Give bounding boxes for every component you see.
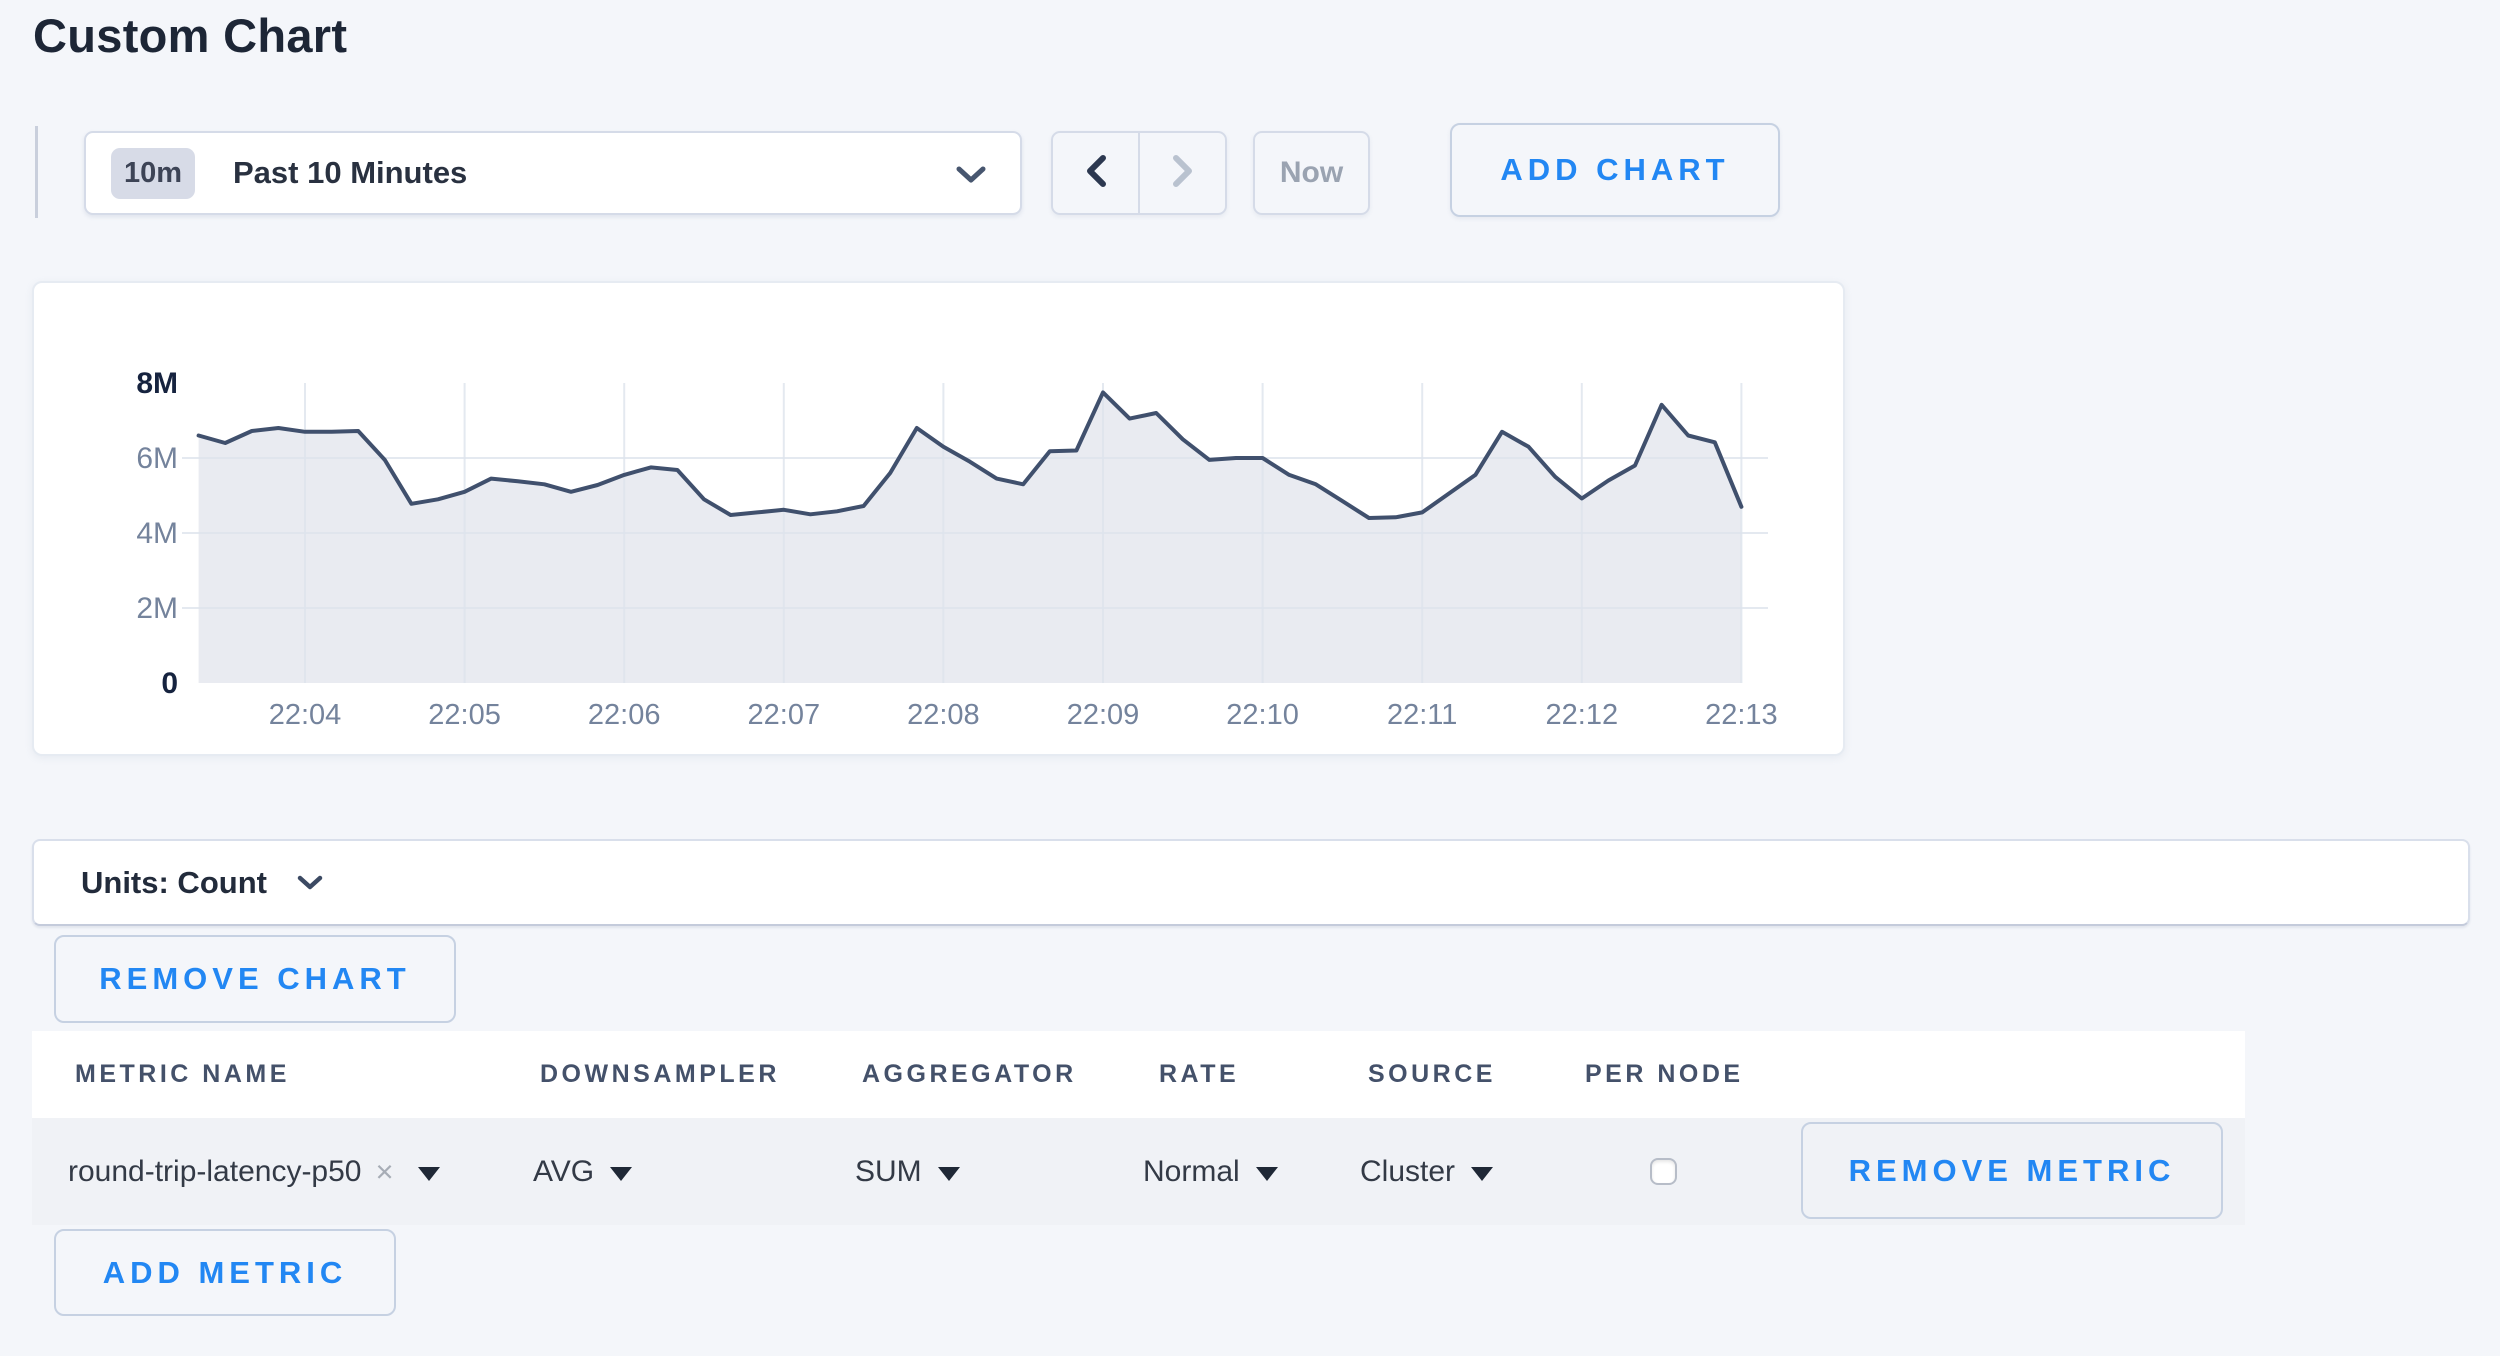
column-header-source: SOURCE <box>1368 1031 1496 1118</box>
metric-name-value: round-trip-latency-p50 <box>68 1155 361 1189</box>
remove-metric-button[interactable]: REMOVE METRIC <box>1801 1122 2223 1219</box>
column-header-rate: RATE <box>1159 1031 1239 1118</box>
dropdown-caret-icon <box>418 1167 440 1181</box>
source-select[interactable]: Cluster <box>1360 1118 1493 1225</box>
svg-text:22:08: 22:08 <box>907 699 980 731</box>
add-metric-button[interactable]: ADD METRIC <box>54 1229 396 1316</box>
aggregator-select[interactable]: SUM <box>855 1118 960 1225</box>
aggregator-value: SUM <box>855 1155 922 1189</box>
svg-text:22:13: 22:13 <box>1705 699 1778 731</box>
column-header-aggregator: AGGREGATOR <box>862 1031 1077 1118</box>
rate-value: Normal <box>1143 1155 1240 1189</box>
metrics-table-header: METRIC NAME DOWNSAMPLER AGGREGATOR RATE … <box>32 1031 2245 1118</box>
svg-text:22:10: 22:10 <box>1226 699 1299 731</box>
prev-time-button[interactable] <box>1053 133 1140 213</box>
add-chart-button[interactable]: ADD CHART <box>1450 123 1780 217</box>
dropdown-caret-icon <box>1256 1167 1278 1181</box>
per-node-checkbox[interactable] <box>1650 1158 1677 1185</box>
svg-text:22:07: 22:07 <box>748 699 821 731</box>
units-select-label: Units: Count <box>81 865 267 901</box>
downsampler-value: AVG <box>533 1155 594 1189</box>
svg-text:4M: 4M <box>136 517 178 550</box>
column-header-per-node: PER NODE <box>1585 1031 1744 1118</box>
source-value: Cluster <box>1360 1155 1455 1189</box>
timeseries-chart[interactable]: 0 2M 4M 6M 8M 22:04 22:05 22:06 22:07 22:08 22:09 2… <box>34 283 1843 754</box>
column-header-metric-name: METRIC NAME <box>75 1031 290 1118</box>
dropdown-caret-icon <box>610 1167 632 1181</box>
remove-chart-button[interactable]: REMOVE CHART <box>54 935 456 1023</box>
svg-text:22:12: 22:12 <box>1546 699 1619 731</box>
chevron-down-icon <box>956 166 986 189</box>
page-title: Custom Chart <box>33 8 347 63</box>
svg-text:0: 0 <box>161 667 178 700</box>
svg-text:2M: 2M <box>136 592 178 625</box>
dropdown-caret-icon <box>938 1167 960 1181</box>
toolbar-divider <box>35 126 38 218</box>
column-header-downsampler: DOWNSAMPLER <box>540 1031 780 1118</box>
timeseries-chart-panel: 0 2M 4M 6M 8M 22:04 22:05 22:06 22:07 22:08 22:09 2… <box>32 281 1845 756</box>
chevron-down-icon <box>297 875 323 896</box>
dropdown-caret-icon <box>1471 1167 1493 1181</box>
svg-text:22:09: 22:09 <box>1067 699 1140 731</box>
chevron-right-icon <box>1172 154 1194 193</box>
units-select[interactable]: Units: Count <box>32 839 2470 926</box>
time-range-badge: 10m <box>111 148 195 199</box>
metric-name-select[interactable]: round-trip-latency-p50 × <box>68 1118 440 1225</box>
next-time-button[interactable] <box>1140 133 1225 213</box>
svg-text:8M: 8M <box>136 367 178 400</box>
clear-metric-x-icon[interactable]: × <box>375 1154 393 1190</box>
now-button[interactable]: Now <box>1253 131 1370 215</box>
svg-text:22:05: 22:05 <box>428 699 501 731</box>
chevron-left-icon <box>1085 154 1107 193</box>
time-pager <box>1051 131 1227 215</box>
svg-text:22:11: 22:11 <box>1387 699 1457 731</box>
rate-select[interactable]: Normal <box>1143 1118 1278 1225</box>
svg-text:22:04: 22:04 <box>269 699 342 731</box>
time-range-select[interactable]: 10m Past 10 Minutes <box>84 131 1022 215</box>
svg-text:22:06: 22:06 <box>588 699 661 731</box>
downsampler-select[interactable]: AVG <box>533 1118 632 1225</box>
time-range-label: Past 10 Minutes <box>233 155 467 191</box>
svg-text:6M: 6M <box>136 442 178 475</box>
